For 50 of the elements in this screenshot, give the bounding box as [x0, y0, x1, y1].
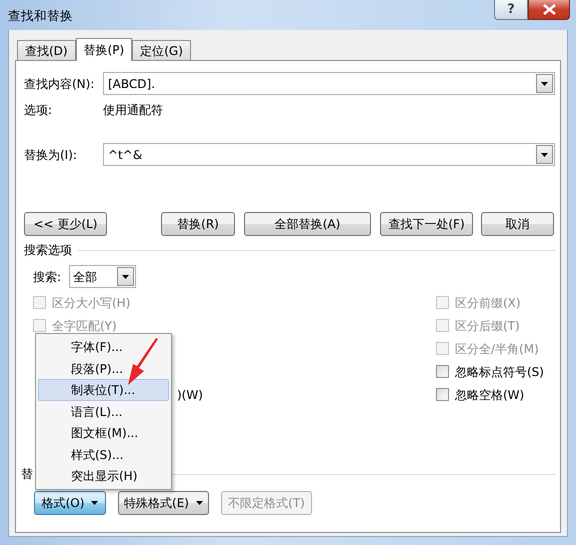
checkbox[interactable] [436, 388, 449, 401]
checkbox-label: 忽略标点符号(S) [455, 364, 544, 380]
tab[interactable]: 替换(P) [76, 38, 132, 61]
search-select[interactable]: 全部 [69, 265, 136, 288]
section-heading: 搜索选项 [24, 243, 72, 257]
menu-item[interactable]: 样式(S)... [38, 444, 169, 465]
menu-item[interactable]: 制表位(T)... [38, 379, 169, 400]
dialog-button[interactable]: 取消 [481, 212, 554, 236]
menu-item[interactable]: 图文框(M)... [38, 422, 169, 444]
checkbox-label: 区分前缀(X) [455, 294, 521, 312]
menu-item[interactable]: 字体(F)... [38, 336, 169, 358]
dialog-button[interactable]: 查找下一处(F) [380, 212, 473, 236]
menu-item[interactable]: 突出显示(H) [38, 465, 169, 486]
format-button[interactable]: 格式(O) [34, 491, 106, 515]
search-label: 搜索: [33, 268, 62, 286]
checkbox-label: 区分大小写(H) [52, 294, 130, 312]
menu-item[interactable]: 段落(P)... [38, 358, 169, 379]
caret-icon [122, 274, 129, 278]
caret-icon [541, 152, 548, 156]
section-heading: 替 [21, 467, 33, 481]
caret-icon [541, 82, 548, 86]
replace-field[interactable]: ^t^& [103, 143, 555, 166]
caret-icon [196, 501, 203, 505]
dialog-button[interactable]: 替换(R) [161, 212, 235, 236]
find-field[interactable]: [ABCD]. [103, 72, 555, 95]
tab[interactable]: 定位(G) [132, 40, 191, 60]
dropdown-button[interactable] [536, 74, 553, 93]
field-label: 查找内容(N): [24, 76, 96, 92]
option-label-fragment: )(W) [177, 386, 203, 404]
format-button[interactable]: 特殊格式(E) [118, 491, 209, 515]
options-value: 使用通配符 [103, 102, 163, 117]
options-label: 选项: [24, 102, 54, 117]
dropdown-button[interactable] [117, 267, 134, 286]
checkbox-label: 区分全/半角(M) [455, 340, 539, 358]
tab[interactable]: 查找(D) [17, 40, 76, 60]
field-label: 替换为(I): [24, 146, 78, 164]
checkbox[interactable] [436, 365, 449, 378]
dropdown-button[interactable] [536, 145, 553, 164]
dialog-button[interactable]: << 更少(L) [24, 212, 107, 236]
menu-item[interactable]: 语言(L)... [38, 400, 169, 422]
checkbox-label: 忽略空格(W) [455, 386, 524, 404]
annotation-arrow [125, 338, 161, 386]
checkbox-label: 区分后缀(T) [455, 318, 520, 334]
caret-icon [91, 501, 98, 505]
window-title: 查找和替换 [8, 7, 74, 25]
help-button[interactable]: ? [494, 0, 528, 20]
close-button[interactable] [528, 0, 570, 20]
checkbox-label: 全字匹配(Y) [52, 318, 117, 334]
dialog-button[interactable]: 全部替换(A) [244, 212, 371, 236]
close-icon [542, 4, 556, 15]
